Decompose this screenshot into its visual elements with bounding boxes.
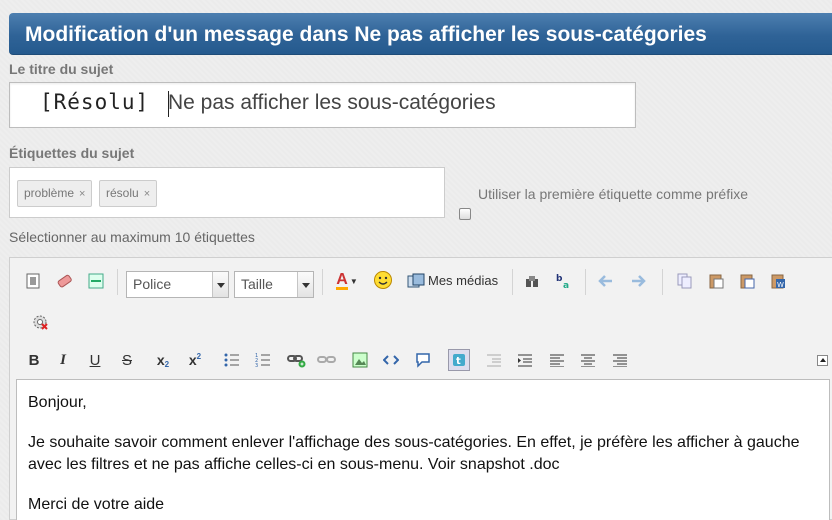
paste-word-icon[interactable]: W xyxy=(767,270,789,292)
collapse-toolbar-icon[interactable] xyxy=(817,355,828,366)
svg-text:W: W xyxy=(777,281,784,289)
body-paragraph: Merci de votre aide xyxy=(28,496,165,513)
superscript-glyph: x xyxy=(188,352,197,368)
horizontal-rule-icon[interactable] xyxy=(85,270,107,292)
underline-button[interactable]: U xyxy=(84,349,106,371)
align-right-icon[interactable] xyxy=(609,349,631,371)
chevron-down-icon: ▼ xyxy=(349,276,358,286)
tag-label: problème xyxy=(24,186,75,200)
prefix-option-checkbox[interactable] xyxy=(459,208,471,220)
subscript-mark: 2 xyxy=(164,359,170,369)
font-select[interactable]: Police xyxy=(126,271,229,298)
undo-icon[interactable] xyxy=(596,270,618,292)
align-left-icon[interactable] xyxy=(546,349,568,371)
code-icon[interactable] xyxy=(380,349,402,371)
body-paragraph: Bonjour, xyxy=(28,394,87,411)
font-color-icon: A xyxy=(336,270,348,290)
page-title: Modification d'un message dans Ne pas af… xyxy=(25,23,707,46)
toolbar-row-2 xyxy=(10,306,832,338)
svg-text:t: t xyxy=(456,356,461,367)
source-icon[interactable] xyxy=(22,270,44,292)
paste-icon[interactable] xyxy=(705,270,727,292)
quote-icon[interactable] xyxy=(412,349,434,371)
numbered-list-icon[interactable]: 123 xyxy=(252,349,274,371)
bulleted-list-icon[interactable] xyxy=(221,349,243,371)
svg-text:b: b xyxy=(556,274,563,284)
tag-label: résolu xyxy=(106,186,139,200)
eraser-icon[interactable] xyxy=(53,270,75,292)
chevron-down-icon[interactable] xyxy=(297,272,313,297)
outdent-icon[interactable] xyxy=(483,349,505,371)
subscript-button[interactable]: x2 xyxy=(152,349,174,371)
strikethrough-button[interactable]: S xyxy=(116,349,138,371)
align-center-icon[interactable] xyxy=(577,349,599,371)
media-icon[interactable] xyxy=(405,270,427,292)
superscript-mark: 2 xyxy=(196,351,202,361)
svg-text:3: 3 xyxy=(255,363,258,367)
body-paragraph: Je souhaite savoir comment enlever l'aff… xyxy=(28,434,800,473)
size-select-value: Taille xyxy=(241,276,273,292)
subject-input[interactable]: [Résolu] Ne pas afficher les sous-catégo… xyxy=(9,82,636,128)
subject-prefix: [Résolu] xyxy=(40,90,150,114)
tweet-icon[interactable]: t xyxy=(448,349,470,371)
font-select-value: Police xyxy=(133,276,172,292)
editor-header: Modification d'un message dans Ne pas af… xyxy=(9,13,832,55)
toolbar-separator xyxy=(662,269,663,295)
tag-chip: résolu × xyxy=(99,180,158,207)
tags-input[interactable]: problème × résolu × xyxy=(9,167,445,218)
toolbar-separator xyxy=(585,269,586,295)
toolbar-separator xyxy=(322,269,323,295)
tags-label: Étiquettes du sujet xyxy=(9,145,135,161)
spellcheck-icon[interactable] xyxy=(29,311,51,333)
chevron-down-icon[interactable] xyxy=(212,272,228,297)
italic-button[interactable]: I xyxy=(52,349,74,371)
prefix-option-label: Utiliser la première étiquette comme pré… xyxy=(478,186,748,202)
tag-remove-icon[interactable]: × xyxy=(79,188,85,200)
unlink-icon[interactable] xyxy=(316,349,338,371)
indent-icon[interactable] xyxy=(514,349,536,371)
rich-text-editor: Police Taille A ▼ Mes médias ba W B I U … xyxy=(9,257,832,520)
text-color-button[interactable]: A ▼ xyxy=(332,270,362,292)
toolbar-row-1: Police Taille A ▼ Mes médias ba W xyxy=(10,263,832,299)
subscript-glyph: x xyxy=(156,352,165,368)
subject-label: Le titre du sujet xyxy=(9,61,114,77)
toolbar-row-3: B I U S x2 x2 123 t xyxy=(10,345,832,375)
smiley-icon[interactable] xyxy=(372,269,394,291)
editor-content[interactable]: Bonjour, Je souhaite savoir comment enle… xyxy=(16,379,830,520)
paste-text-icon[interactable] xyxy=(736,270,758,292)
media-button-label[interactable]: Mes médias xyxy=(428,273,498,288)
tag-chip: problème × xyxy=(17,180,93,207)
svg-text:a: a xyxy=(563,281,569,290)
size-select[interactable]: Taille xyxy=(234,271,314,298)
image-icon[interactable] xyxy=(349,349,371,371)
tag-remove-icon[interactable]: × xyxy=(144,188,150,200)
tags-hint: Sélectionner au maximum 10 étiquettes xyxy=(9,229,255,245)
superscript-button[interactable]: x2 xyxy=(184,349,206,371)
replace-icon[interactable]: ba xyxy=(553,270,575,292)
toolbar-separator xyxy=(117,269,118,295)
subject-value: Ne pas afficher les sous-catégories xyxy=(168,91,496,114)
bold-button[interactable]: B xyxy=(23,349,45,371)
link-icon[interactable] xyxy=(286,349,308,371)
find-icon[interactable] xyxy=(521,270,543,292)
copy-icon[interactable] xyxy=(674,270,696,292)
redo-icon[interactable] xyxy=(626,270,648,292)
toolbar-separator xyxy=(512,269,513,295)
